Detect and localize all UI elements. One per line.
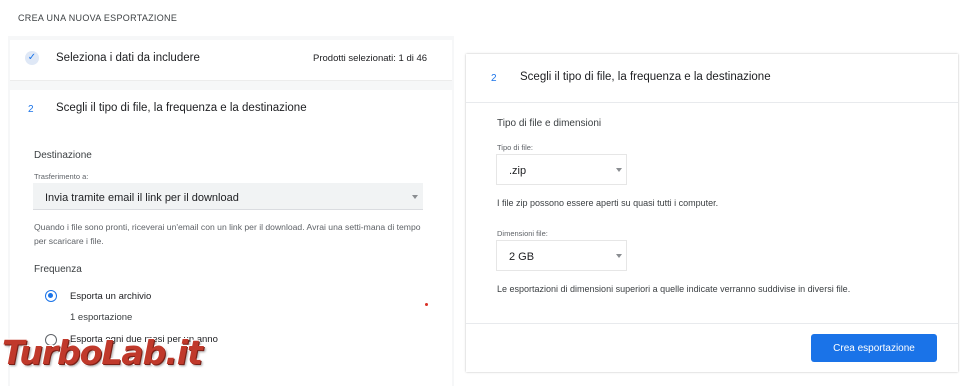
file-size-help: Le esportazioni di dimensioni superiori … <box>497 284 851 294</box>
frequency-heading: Frequenza <box>34 264 82 275</box>
file-section-heading: Tipo di file e dimensioni <box>497 118 602 129</box>
file-size-value: 2 GB <box>509 251 535 263</box>
file-type-label: Tipo di file: <box>497 143 533 152</box>
create-export-button[interactable]: Crea esportazione <box>811 334 937 362</box>
caret-down-icon <box>616 254 622 258</box>
export-count-label: 1 esportazione <box>70 312 133 323</box>
radio-export-once[interactable] <box>45 290 57 302</box>
caret-down-icon <box>412 195 418 199</box>
radio-export-once-label[interactable]: Esporta un archivio <box>70 291 151 302</box>
step-2-number: 2 <box>28 104 34 115</box>
file-size-label: Dimensioni file: <box>497 229 548 238</box>
file-type-help: I file zip possono essere aperti su quas… <box>497 198 719 208</box>
footer-divider <box>466 323 958 324</box>
right-step-title: Scegli il tipo di file, la frequenza e l… <box>520 71 771 83</box>
red-dot-marker <box>425 303 428 306</box>
step-1-title: Seleziona i dati da includere <box>56 52 200 64</box>
page-header-title: CREA UNA NUOVA ESPORTAZIONE <box>18 13 178 23</box>
step-2-title: Scegli il tipo di file, la frequenza e l… <box>56 102 307 114</box>
transfer-label: Trasferimento a: <box>34 172 89 181</box>
right-step-number: 2 <box>491 73 497 84</box>
check-icon: ✓ <box>25 51 39 65</box>
selected-products-count: Prodotti selezionati: 1 di 46 <box>313 53 428 64</box>
turbolab-watermark: TurboLab.it <box>2 333 203 372</box>
destination-heading: Destinazione <box>34 150 92 161</box>
delivery-help-text: Quando i file sono pronti, riceverai un'… <box>34 222 421 246</box>
delivery-method-value: Invia tramite email il link per il downl… <box>45 192 239 204</box>
file-type-value: .zip <box>509 165 527 177</box>
caret-down-icon <box>616 168 622 172</box>
